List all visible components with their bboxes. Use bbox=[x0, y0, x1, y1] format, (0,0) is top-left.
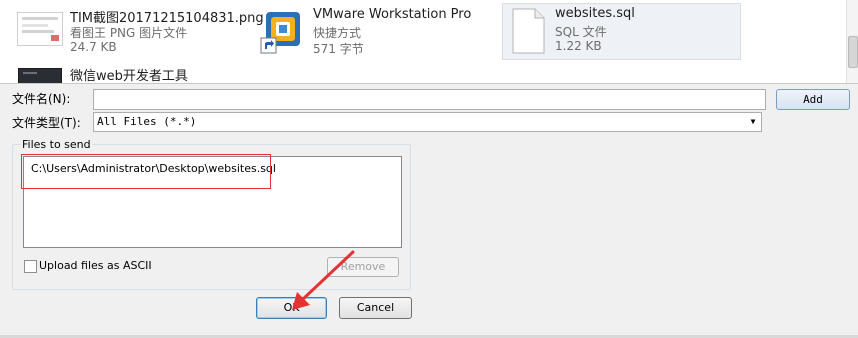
wechat-devtools-icon bbox=[18, 68, 62, 83]
file-type: 看图王 PNG 图片文件 bbox=[70, 26, 188, 40]
upload-ascii-label[interactable]: Upload files as ASCII bbox=[39, 259, 152, 272]
filetype-select[interactable]: All Files (*.*) ▼ bbox=[93, 112, 762, 132]
add-button[interactable]: Add bbox=[776, 89, 850, 110]
file-item-wechat-devtools[interactable]: 微信web开发者工具 bbox=[15, 62, 260, 83]
png-thumbnail-icon bbox=[17, 12, 63, 46]
file-name: 微信web开发者工具 bbox=[70, 69, 188, 84]
file-size: 571 字节 bbox=[313, 42, 364, 56]
file-item-sql[interactable]: websites.sql SQL 文件 1.22 KB bbox=[503, 4, 739, 58]
file-type: SQL 文件 bbox=[555, 25, 607, 39]
file-item-png[interactable]: TIM截图20171215104831.png 看图王 PNG 图片文件 24.… bbox=[15, 6, 264, 58]
file-item-vmware[interactable]: VMware Workstation Pro 快捷方式 571 字节 bbox=[258, 6, 498, 58]
file-name: websites.sql bbox=[555, 6, 635, 21]
upload-ascii-checkbox[interactable] bbox=[24, 260, 37, 273]
file-type: 快捷方式 bbox=[313, 26, 362, 40]
filetype-value: All Files (*.*) bbox=[97, 115, 197, 128]
sql-file-icon bbox=[511, 8, 545, 54]
files-to-send-title: Files to send bbox=[20, 138, 93, 151]
filename-input[interactable] bbox=[93, 89, 766, 110]
annotation-arrow-icon bbox=[292, 250, 355, 310]
filetype-label: 文件类型(T): bbox=[12, 116, 81, 130]
file-size: 24.7 KB bbox=[70, 40, 117, 54]
filename-label: 文件名(N): bbox=[12, 92, 71, 106]
file-size: 1.22 KB bbox=[555, 39, 602, 53]
file-browser[interactable]: TIM截图20171215104831.png 看图王 PNG 图片文件 24.… bbox=[0, 0, 858, 84]
scrollbar-thumb[interactable] bbox=[848, 36, 858, 68]
file-name: VMware Workstation Pro bbox=[313, 7, 472, 22]
vertical-scrollbar[interactable] bbox=[846, 0, 858, 83]
vmware-shortcut-icon bbox=[260, 8, 304, 56]
annotation-highlight-box bbox=[21, 154, 271, 189]
dropdown-arrow-icon[interactable]: ▼ bbox=[745, 113, 761, 131]
